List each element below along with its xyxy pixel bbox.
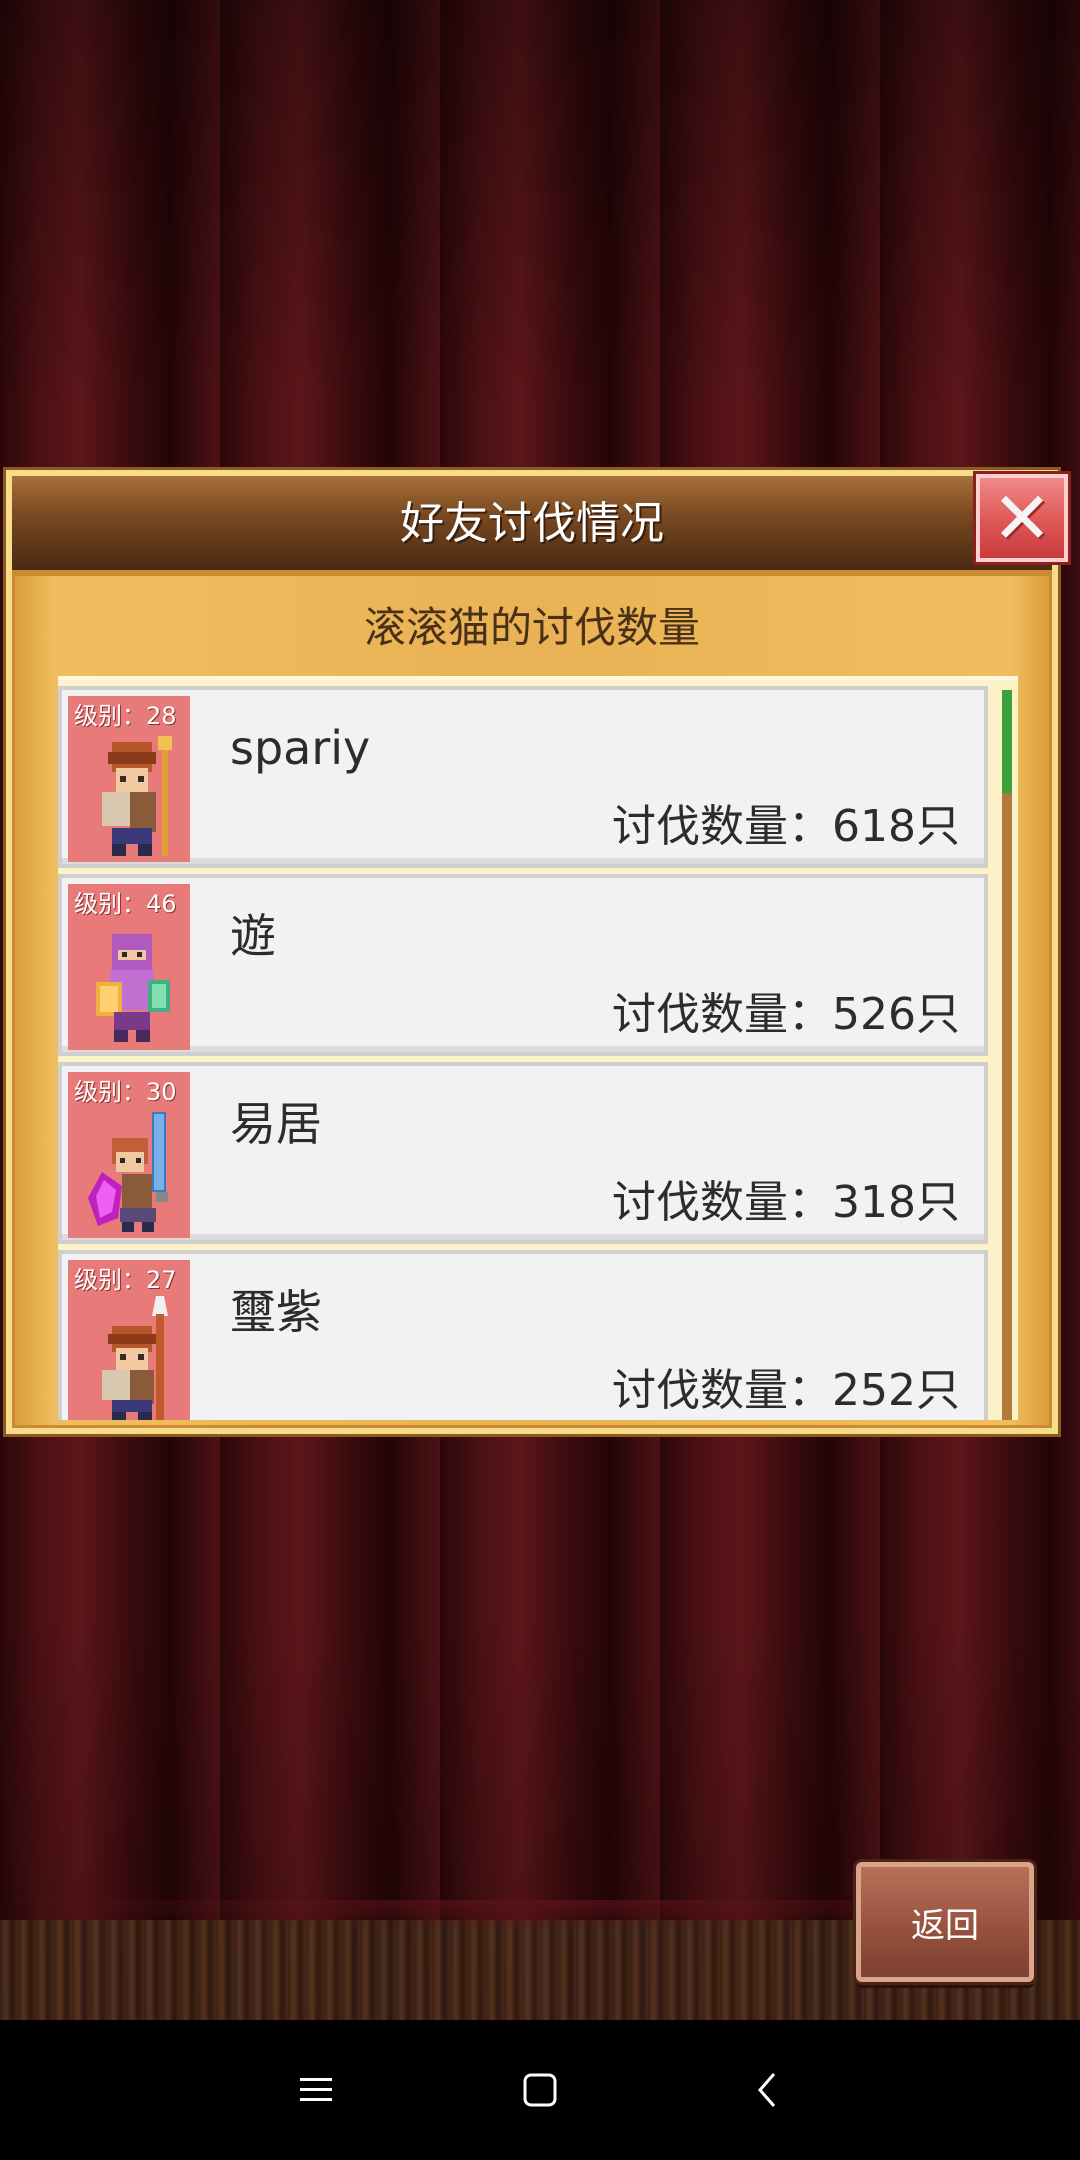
kill-count: 讨伐数量：318只 bbox=[612, 1177, 960, 1228]
friend-list[interactable]: 级别：28 spariy 讨伐数量：618只 级别：46 遊 讨伐数量：526只… bbox=[58, 676, 1018, 1420]
avatar: 级别：28 bbox=[68, 696, 190, 862]
close-icon: ✕ bbox=[991, 476, 1053, 560]
home-icon[interactable] bbox=[500, 2050, 580, 2130]
dialog-title: 好友讨伐情况 bbox=[400, 498, 664, 549]
player-name: 易居 bbox=[230, 1097, 322, 1151]
scrollbar[interactable] bbox=[1002, 690, 1012, 1420]
close-button[interactable]: ✕ bbox=[976, 474, 1068, 562]
level-badge: 级别：28 bbox=[74, 702, 177, 730]
avatar: 级别：30 bbox=[68, 1072, 190, 1238]
warrior-sprite-icon bbox=[102, 1296, 168, 1420]
player-name: 璽紫 bbox=[230, 1285, 322, 1339]
back-icon[interactable] bbox=[728, 2050, 808, 2130]
kill-count: 讨伐数量：526只 bbox=[612, 989, 960, 1040]
ninja-sprite-icon bbox=[96, 934, 170, 1042]
dialog-header: 好友讨伐情况 bbox=[12, 476, 1052, 576]
scrollbar-thumb[interactable] bbox=[1002, 690, 1012, 793]
return-button-label: 返回 bbox=[911, 1905, 979, 1946]
avatar: 级别：27 bbox=[68, 1260, 190, 1420]
player-name: spariy bbox=[230, 721, 371, 775]
kill-count: 讨伐数量：618只 bbox=[612, 801, 960, 852]
friend-list-item[interactable]: 级别：46 遊 讨伐数量：526只 bbox=[58, 874, 988, 1056]
level-badge: 级别：46 bbox=[74, 890, 177, 918]
friend-list-item[interactable]: 级别：27 璽紫 讨伐数量：252只 bbox=[58, 1250, 988, 1420]
return-button[interactable]: 返回 bbox=[856, 1862, 1034, 1982]
friend-hunt-dialog: 好友讨伐情况 ✕ 滚滚猫的讨伐数量 级别：28 spariy 讨伐数量：618只… bbox=[6, 470, 1068, 1434]
menu-icon[interactable] bbox=[276, 2050, 356, 2130]
friend-list-item[interactable]: 级别：30 易居 讨伐数量：318只 bbox=[58, 1062, 988, 1244]
avatar: 级别：46 bbox=[68, 884, 190, 1050]
kill-count: 讨伐数量：252只 bbox=[612, 1365, 960, 1416]
level-badge: 级别：27 bbox=[74, 1266, 177, 1294]
player-name: 遊 bbox=[230, 909, 276, 963]
system-nav-bar bbox=[0, 2020, 1080, 2160]
mage-sprite-icon bbox=[88, 1112, 168, 1232]
dialog-subtitle: 滚滚猫的讨伐数量 bbox=[363, 603, 700, 652]
level-badge: 级别：30 bbox=[74, 1078, 177, 1106]
friend-list-item[interactable]: 级别：28 spariy 讨伐数量：618只 bbox=[58, 686, 988, 868]
warrior-sprite-icon bbox=[102, 736, 172, 856]
